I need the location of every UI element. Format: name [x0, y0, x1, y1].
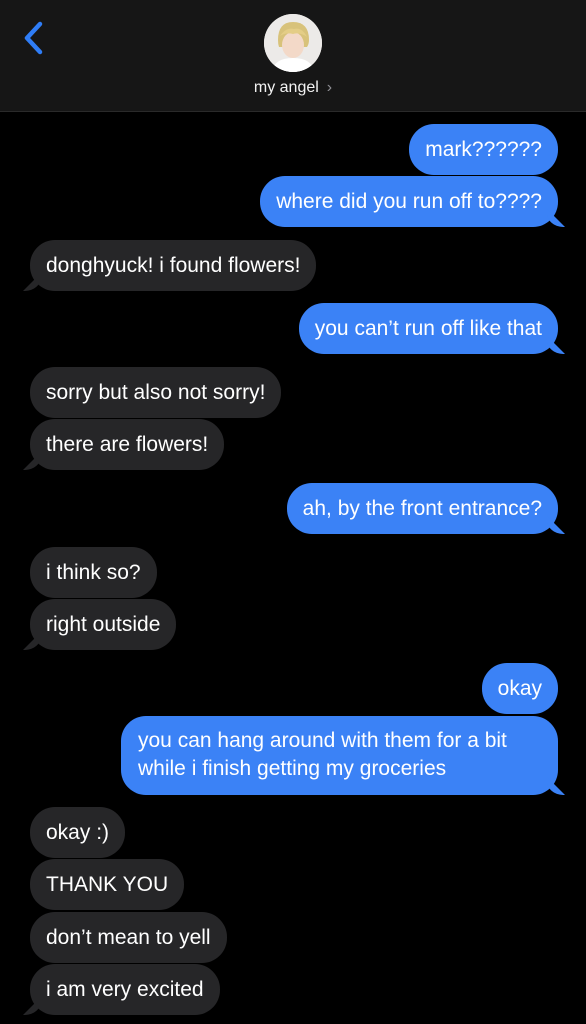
avatar-photo [264, 14, 322, 72]
message-bubble-received[interactable]: sorry but also not sorry! [30, 367, 282, 418]
message-bubble-received[interactable]: i am very excited [30, 964, 220, 1015]
message-bubble-received[interactable]: don’t mean to yell [30, 912, 227, 963]
message-bubble-received[interactable]: there are flowers! [30, 419, 225, 470]
message-bubble-received[interactable]: i think so? [30, 547, 157, 598]
message-bubble-sent[interactable]: you can’t run off like that [298, 303, 558, 354]
message-bubble-received[interactable]: right outside [30, 599, 177, 650]
message-bubble-received[interactable]: THANK YOU [30, 859, 185, 910]
message-bubble-sent[interactable]: where did you run off to???? [260, 176, 558, 227]
message-bubble-received[interactable]: okay :) [30, 807, 126, 858]
chevron-left-icon [24, 21, 43, 55]
message-bubble-sent[interactable]: mark?????? [409, 124, 558, 175]
message-bubble-sent[interactable]: you can hang around with them for a bit … [121, 716, 558, 795]
back-button[interactable] [18, 18, 48, 58]
contact-name-button[interactable]: my angel › [0, 76, 586, 100]
chevron-right-icon: › [326, 79, 333, 96]
message-bubble-sent[interactable]: okay [481, 663, 558, 714]
message-bubble-sent[interactable]: ah, by the front entrance? [286, 483, 558, 534]
contact-avatar[interactable] [264, 14, 322, 72]
conversation-header: my angel › [0, 0, 586, 112]
contact-name: my angel [253, 79, 319, 96]
message-bubble-received[interactable]: donghyuck! i found flowers! [30, 240, 317, 291]
